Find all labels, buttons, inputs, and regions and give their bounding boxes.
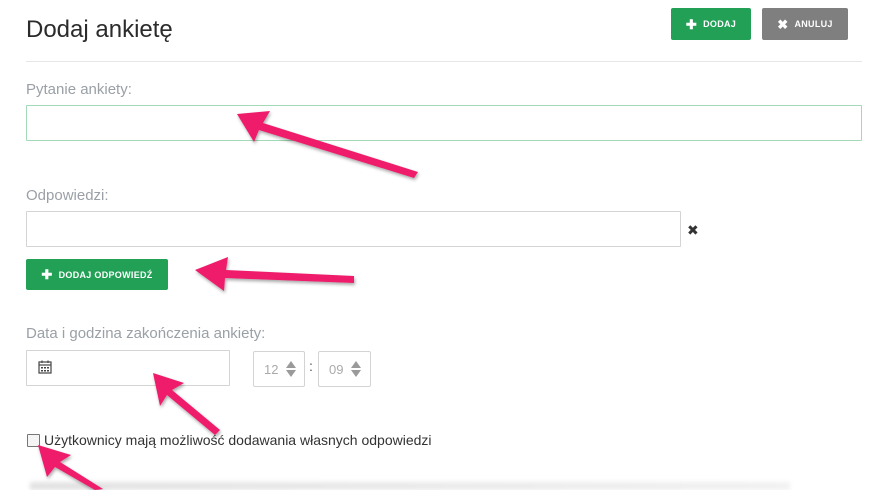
remove-answer-icon[interactable]: ✖ <box>687 222 699 239</box>
increment-icon[interactable] <box>286 361 296 368</box>
cancel-button-label: ANULUJ <box>794 19 833 29</box>
add-answer-button[interactable]: ✚ DODAJ ODPOWIEDŹ <box>26 259 168 290</box>
calendar-icon <box>38 360 52 374</box>
header-divider <box>26 61 862 62</box>
decrement-icon[interactable] <box>286 370 296 377</box>
question-label: Pytanie ankiety: <box>26 81 132 98</box>
time-separator: : <box>309 358 313 374</box>
page-title: Dodaj ankietę <box>26 16 173 43</box>
add-button[interactable]: ✚ DODAJ <box>671 8 751 40</box>
increment-icon[interactable] <box>351 361 361 368</box>
minute-value: 09 <box>329 361 344 377</box>
truncated-content <box>30 482 790 490</box>
annotation-arrow <box>195 257 354 291</box>
hour-stepper-arrows[interactable] <box>286 361 296 377</box>
plus-icon: ✚ <box>685 16 698 32</box>
allow-custom-answers-checkbox[interactable] <box>27 433 40 447</box>
close-icon: ✖ <box>777 16 789 32</box>
hour-stepper[interactable]: 12 <box>253 351 305 387</box>
add-answer-button-label: DODAJ ODPOWIEDŹ <box>58 269 153 280</box>
add-button-label: DODAJ <box>703 19 737 29</box>
allow-custom-answers-label: Użytkownicy mają możliwość dodawania wła… <box>44 432 432 448</box>
answer-input[interactable] <box>26 211 681 247</box>
end-date-label: Data i godzina zakończenia ankiety: <box>26 325 266 342</box>
decrement-icon[interactable] <box>351 370 361 377</box>
plus-icon: ✚ <box>41 267 53 282</box>
minute-stepper[interactable]: 09 <box>318 351 371 387</box>
answers-label: Odpowiedzi: <box>26 187 109 204</box>
hour-value: 12 <box>264 361 279 377</box>
cancel-button[interactable]: ✖ ANULUJ <box>762 8 848 40</box>
minute-stepper-arrows[interactable] <box>351 361 361 377</box>
question-input[interactable] <box>26 105 862 141</box>
allow-custom-answers-option[interactable]: Użytkownicy mają możliwość dodawania wła… <box>27 432 432 448</box>
end-date-input[interactable] <box>26 350 230 386</box>
